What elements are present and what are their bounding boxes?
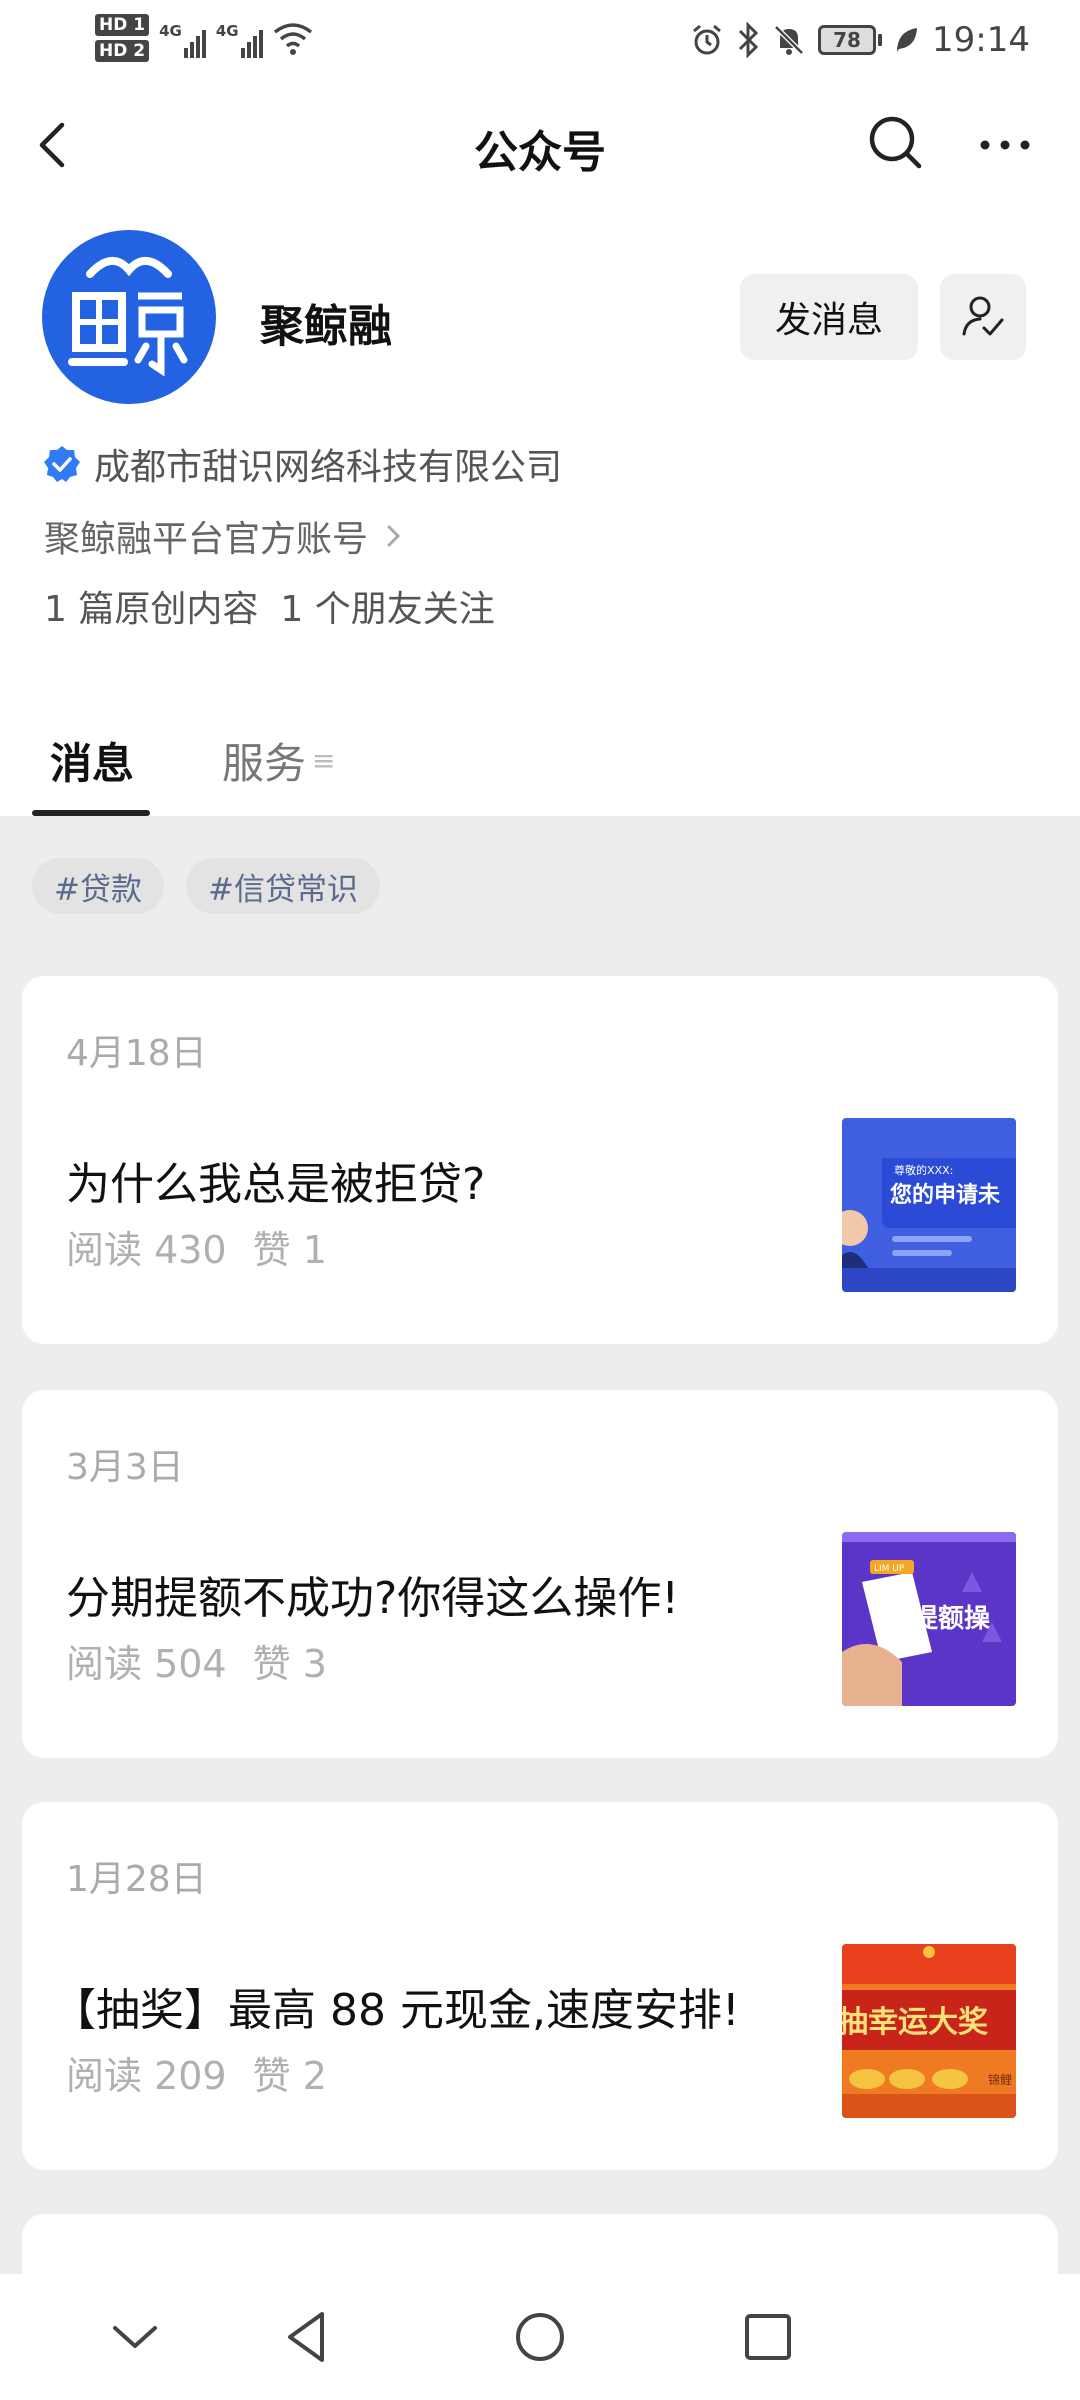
read-count: 阅读 209 [66, 2054, 227, 2098]
article-date: 3月3日 [66, 1447, 184, 1488]
svg-text:尊敬的XXX:: 尊敬的XXX: [894, 1163, 953, 1177]
article-date: 1月28日 [66, 1859, 207, 1900]
like-count: 赞 3 [252, 1642, 327, 1686]
battery-icon: 78 [818, 25, 883, 55]
article-thumbnail[interactable]: 尊敬的XXX: 您的申请未 [842, 1118, 1016, 1292]
nav-recents-icon[interactable] [733, 2302, 803, 2372]
read-count: 阅读 430 [66, 1228, 227, 1272]
status-bar: HD 1 HD 2 4G 4G 78 19:14 [0, 0, 1080, 80]
alarm-icon [693, 24, 721, 55]
follow-button[interactable] [940, 274, 1026, 360]
menu-icon: ≡ [312, 744, 336, 777]
sim2-badge: HD 2 [95, 40, 150, 62]
article-meta: 阅读 430 赞 1 [66, 1219, 327, 1274]
tab-services[interactable]: 服务 ≡ [222, 730, 335, 791]
nav-home-icon[interactable] [505, 2302, 575, 2372]
verified-badge-icon [44, 446, 80, 482]
account-profile: 聚鲸融 发消息 成都市甜识网络科技有限公司 聚鲸融平台官方账号 1 篇原创内容 … [0, 210, 1080, 816]
clock: 19:14 [932, 20, 1030, 60]
leaf-icon [897, 28, 918, 52]
article-title[interactable]: 分期提额不成功?你得这么操作! [66, 1562, 679, 1626]
like-count: 赞 2 [252, 2054, 327, 2098]
svg-text:抽幸运大奖: 抽幸运大奖 [842, 2005, 988, 2040]
tag-loan[interactable]: #贷款 [32, 858, 164, 914]
send-message-button[interactable]: 发消息 [740, 274, 918, 360]
search-icon[interactable] [865, 112, 925, 172]
tag-credit-knowledge[interactable]: #信贷常识 [185, 858, 380, 914]
tab-services-label: 服务 [222, 739, 307, 788]
svg-text:锦鲤: 锦鲤 [988, 2073, 1012, 2087]
article-thumbnail[interactable]: LIM UP 提额操 [842, 1532, 1016, 1706]
chevron-right-icon [387, 525, 401, 547]
tag-list: #贷款 #信贷常识 [32, 858, 380, 914]
mute-icon [774, 25, 804, 55]
article-meta: 阅读 209 赞 2 [66, 2045, 327, 2100]
signal-1-icon: 4G [159, 18, 206, 58]
tab-messages[interactable]: 消息 [50, 730, 134, 791]
company-name: 成都市甜识网络科技有限公司 [94, 447, 563, 488]
verified-company[interactable]: 成都市甜识网络科技有限公司 [42, 438, 562, 490]
read-count: 阅读 504 [66, 1642, 227, 1686]
svg-text:LIM UP: LIM UP [874, 1564, 905, 1574]
account-avatar[interactable] [42, 230, 216, 404]
article-card[interactable]: 1月28日 【抽奖】最高 88 元现金,速度安排! 阅读 209 赞 2 抽幸运… [22, 1802, 1058, 2170]
top-bar: 公众号 [0, 80, 1080, 210]
article-title[interactable]: 为什么我总是被拒贷? [66, 1148, 485, 1212]
sim1-badge: HD 1 [95, 14, 150, 36]
friends-following[interactable]: 1 个朋友关注 [280, 580, 494, 632]
whale-logo-icon [68, 257, 188, 377]
nav-back-icon[interactable] [274, 2302, 344, 2372]
article-card[interactable]: 4月18日 为什么我总是被拒贷? 阅读 430 赞 1 尊敬的XXX: 您的申请… [22, 976, 1058, 1344]
wifi-icon [273, 23, 312, 55]
article-meta: 阅读 504 赞 3 [66, 1633, 327, 1688]
system-nav-bar [0, 2274, 1080, 2400]
chevron-down-icon[interactable] [100, 2302, 170, 2372]
svg-text:您的申请未: 您的申请未 [890, 1182, 1000, 1208]
account-description[interactable]: 聚鲸融平台官方账号 [44, 510, 406, 562]
signal-2-icon: 4G [216, 18, 263, 58]
article-thumbnail[interactable]: 抽幸运大奖 锦鲤 [842, 1944, 1016, 2118]
description-text: 聚鲸融平台官方账号 [44, 519, 369, 560]
bluetooth-icon [738, 22, 759, 58]
original-count: 1 篇原创内容 [44, 589, 259, 630]
account-name: 聚鲸融 [260, 301, 392, 352]
user-check-icon [962, 296, 1004, 336]
active-tab-indicator [32, 810, 150, 816]
content-tabs: 消息 服务 ≡ [0, 730, 1080, 816]
account-stats: 1 篇原创内容 1 个朋友关注 [44, 580, 495, 632]
article-date: 4月18日 [66, 1033, 207, 1074]
article-card[interactable]: 3月3日 分期提额不成功?你得这么操作! 阅读 504 赞 3 LIM UP 提… [22, 1390, 1058, 1758]
like-count: 赞 1 [252, 1228, 327, 1272]
more-icon[interactable] [975, 120, 1035, 170]
svg-text:提额操: 提额操 [912, 1604, 991, 1634]
article-title[interactable]: 【抽奖】最高 88 元现金,速度安排! [52, 1974, 740, 2038]
